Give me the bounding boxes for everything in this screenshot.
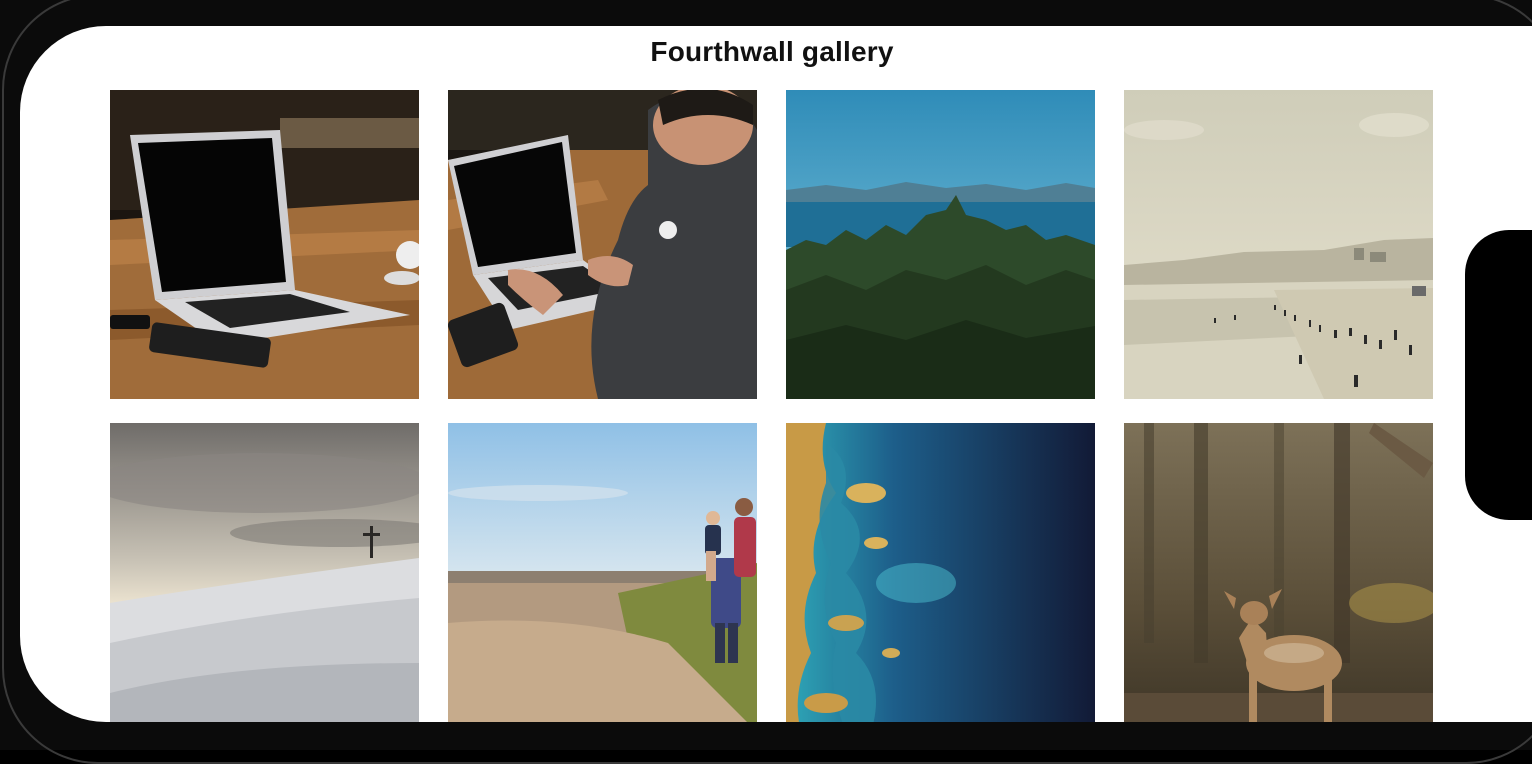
- photo-forest-sea-image: [786, 90, 1095, 399]
- photo-tile-snowy-hill[interactable]: [110, 423, 419, 722]
- page-title: Fourthwall gallery: [650, 36, 894, 67]
- screen: Fourthwall gallery: [20, 26, 1532, 722]
- photo-tile-ocean-aerial[interactable]: [786, 423, 1095, 722]
- photo-tile-forest-sea[interactable]: [786, 90, 1095, 399]
- photo-beach-image: [1124, 90, 1433, 399]
- photo-tile-father-child[interactable]: [448, 423, 757, 722]
- photo-father-child-image: [448, 423, 757, 722]
- device-notch: [1465, 230, 1532, 520]
- photo-tile-laptop[interactable]: [110, 90, 419, 399]
- photo-laptop-image: [110, 90, 419, 399]
- photo-deer-image: [1124, 423, 1433, 722]
- photo-typing-image: [448, 90, 757, 399]
- photo-tile-deer[interactable]: [1124, 423, 1433, 722]
- photo-tile-typing[interactable]: [448, 90, 757, 399]
- device-frame: Fourthwall gallery: [0, 0, 1532, 764]
- photo-ocean-aerial-image: [786, 423, 1095, 722]
- photo-snowy-hill-image: [110, 423, 419, 722]
- photo-tile-beach[interactable]: [1124, 90, 1433, 399]
